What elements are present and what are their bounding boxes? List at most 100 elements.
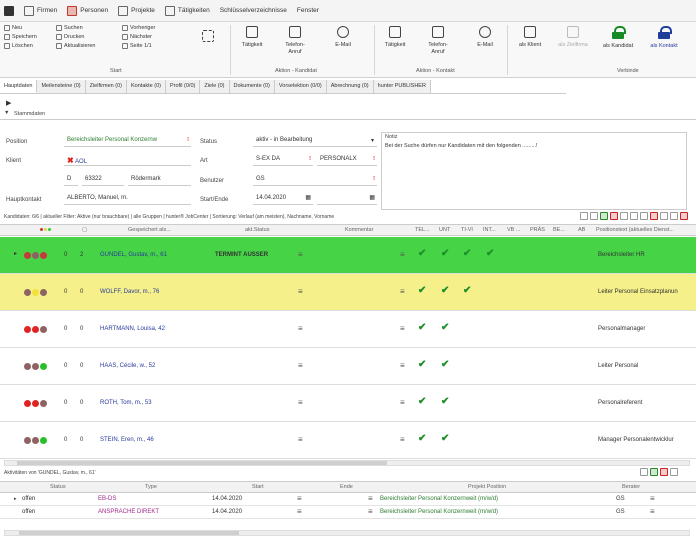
lock-icon[interactable] [650, 212, 658, 220]
menu-icon[interactable]: ≡ [400, 250, 405, 259]
col-header-ende[interactable]: Ende [340, 484, 353, 490]
activity-row[interactable]: ▸ offen EB-DS 14.04.2020 ≡ ≡ Bereichsleiter Pe… [0, 494, 696, 506]
col-header-berater[interactable]: Berater [622, 484, 640, 490]
menu-icon[interactable]: ≡ [400, 324, 405, 333]
new-button[interactable]: Neu [4, 25, 37, 31]
settings-icon[interactable] [640, 212, 648, 220]
als-zielfirma-button[interactable]: als Zielfirma [555, 26, 591, 49]
refresh-icon[interactable] [670, 468, 678, 476]
delete-button[interactable]: Löschen [4, 43, 37, 49]
remove-icon[interactable]: ✖ [67, 156, 74, 165]
art-field-2[interactable]: PERSONALX ⁝ [317, 154, 377, 166]
menu-icon[interactable]: ≡ [400, 398, 405, 407]
page-indicator[interactable]: Seite 1/1 [122, 43, 155, 49]
menu-firmen[interactable]: Firmen [24, 5, 57, 16]
activity-row[interactable]: offen ANSPRACHE DIREKT 14.04.2020 ≡ ≡ Bereich… [0, 507, 696, 519]
menu-icon[interactable]: ≡ [400, 287, 405, 296]
hauptkontakt-field[interactable]: ALBERTO, Manuel, m. [64, 193, 191, 205]
app-icon[interactable] [4, 5, 14, 16]
status-select[interactable]: aktiv - in Bearbeitung ▾ [253, 135, 377, 147]
col-header-praes[interactable]: PRÄS [530, 227, 545, 233]
grid-horizontal-scrollbar[interactable] [4, 460, 690, 466]
calendar-icon[interactable]: ▦ [369, 194, 375, 201]
col-header-positionstext[interactable]: Positionstext (aktuelles Dienst... [596, 227, 674, 233]
close-icon[interactable] [680, 212, 688, 220]
menu-icon[interactable]: ≡ [298, 324, 303, 333]
menu-icon[interactable]: ≡ [297, 507, 302, 516]
benutzer-field[interactable]: GS ⁝ [253, 174, 377, 186]
add-icon[interactable] [650, 468, 658, 476]
kandidat-telefon-button[interactable]: Telefon-Anruf [280, 26, 310, 56]
add-icon[interactable] [600, 212, 608, 220]
menu-taetigkeiten[interactable]: Tätigkeiten [164, 5, 210, 16]
sort-icon[interactable] [590, 212, 598, 220]
als-klient-button[interactable]: als Klient [512, 26, 548, 49]
col-header-type[interactable]: Type [145, 484, 157, 490]
col-header-int[interactable]: INT... [483, 227, 496, 233]
tab-hauptdaten[interactable]: Hauptdaten [0, 80, 38, 93]
menu-personen[interactable]: Personen [67, 5, 108, 16]
col-header-tel[interactable]: TEL... [415, 227, 430, 233]
tab-meilensteine[interactable]: Meilensteine (0) [37, 80, 86, 93]
table-row[interactable]: 0 0 WOLFF, Davor, m., 76 ≡ ≡ ✔ ✔ ✔ Leiter Person… [0, 274, 696, 311]
menu-icon[interactable]: ≡ [400, 435, 405, 444]
tab-vorselektion[interactable]: Vorselektion (0/0) [274, 80, 327, 93]
previous-button[interactable]: Vorheriger [122, 25, 155, 31]
col-header-kommentar[interactable]: Kommentar [345, 227, 373, 233]
menu-icon[interactable]: ≡ [650, 494, 655, 503]
activities-horizontal-scrollbar[interactable] [4, 530, 690, 536]
col-header-tivi[interactable]: TI-VI [461, 227, 473, 233]
position-field[interactable]: Bereichsleiter Personal Konzernw ⁝ [64, 135, 191, 147]
end-date-field[interactable]: ▦ [317, 193, 377, 205]
attach-button[interactable] [193, 30, 223, 46]
candidate-name-link[interactable]: ROTH, Tom, m., 53 [100, 400, 152, 406]
col-header-unt[interactable]: UNT [439, 227, 450, 233]
next-button[interactable]: Nächster [122, 34, 155, 40]
menu-icon[interactable]: ≡ [298, 361, 303, 370]
tab-profil[interactable]: Profil (0/0) [165, 80, 201, 93]
scroll-thumb[interactable] [17, 461, 387, 465]
menu-icon[interactable]: ≡ [650, 507, 655, 516]
klient-field[interactable]: ✖ AOL [64, 154, 191, 166]
tab-ziele[interactable]: Ziele (0) [200, 80, 230, 93]
filter-icon[interactable] [580, 212, 588, 220]
menu-icon[interactable]: ≡ [368, 494, 373, 503]
menu-icon[interactable]: ≡ [400, 361, 405, 370]
menu-icon[interactable]: ≡ [298, 435, 303, 444]
col-header-status[interactable]: akt.Status [245, 227, 269, 233]
candidate-name-link[interactable]: GUNDEL, Gustav, m., 61 [100, 252, 167, 258]
menu-projekte[interactable]: Projekte [118, 5, 155, 16]
table-row[interactable]: 0 0 STEIN, Eren, m., 46 ≡ ≡ ✔ ✔ Manager Persona… [0, 422, 696, 459]
col-header-start[interactable]: Start [252, 484, 264, 490]
col-header-ab[interactable]: AB [578, 227, 585, 233]
print-button[interactable]: Drucken [56, 34, 96, 40]
als-kandidat-button[interactable]: als Kandidat [600, 26, 636, 50]
candidate-name-link[interactable]: HAAS, Cécile, w., 52 [100, 363, 155, 369]
col-header-projekt-position[interactable]: Projekt Position [468, 484, 506, 490]
search-button[interactable]: Suchen [56, 25, 96, 31]
tab-zielfirmen[interactable]: Zielfirmen (0) [85, 80, 127, 93]
candidate-name-link[interactable]: WOLFF, Davor, m., 76 [100, 289, 159, 295]
col-header-vb[interactable]: VB ... [507, 227, 520, 233]
refresh-icon[interactable] [670, 212, 678, 220]
candidate-name-link[interactable]: HARTMANN, Louisa, 42 [100, 326, 165, 332]
filter-icon[interactable] [640, 468, 648, 476]
delete-icon[interactable] [610, 212, 618, 220]
tab-abrechnung[interactable]: Abrechnung (0) [326, 80, 374, 93]
art-field-1[interactable]: S-EX DA ⁝ [253, 154, 313, 166]
start-date-field[interactable]: 14.04.2020 ▦ [253, 193, 313, 205]
col-header-be[interactable]: BE... [553, 227, 565, 233]
kontakt-taetigkeit-button[interactable]: Tätigkeit [380, 26, 410, 49]
calendar-icon[interactable]: ▦ [305, 194, 311, 201]
als-kontakt-button[interactable]: als Kontakt [646, 26, 682, 50]
scroll-thumb[interactable] [19, 531, 239, 535]
menu-schluessel[interactable]: Schlüsselverzeichnisse [220, 7, 287, 14]
menu-icon[interactable]: ≡ [298, 398, 303, 407]
col-header-gespeichert[interactable]: Gespeichert als... [128, 227, 171, 233]
refresh-button[interactable]: Aktualisieren [56, 43, 96, 49]
menu-icon[interactable]: ≡ [298, 287, 303, 296]
save-button[interactable]: Speichern [4, 34, 37, 40]
notes-textarea[interactable]: Bei der Suche dürfen nur Kandidaten mit … [381, 132, 687, 210]
col-header-status[interactable]: Status [50, 484, 66, 490]
table-row[interactable]: 0 0 HARTMANN, Louisa, 42 ≡ ≡ ✔ ✔ Personalmanage… [0, 311, 696, 348]
